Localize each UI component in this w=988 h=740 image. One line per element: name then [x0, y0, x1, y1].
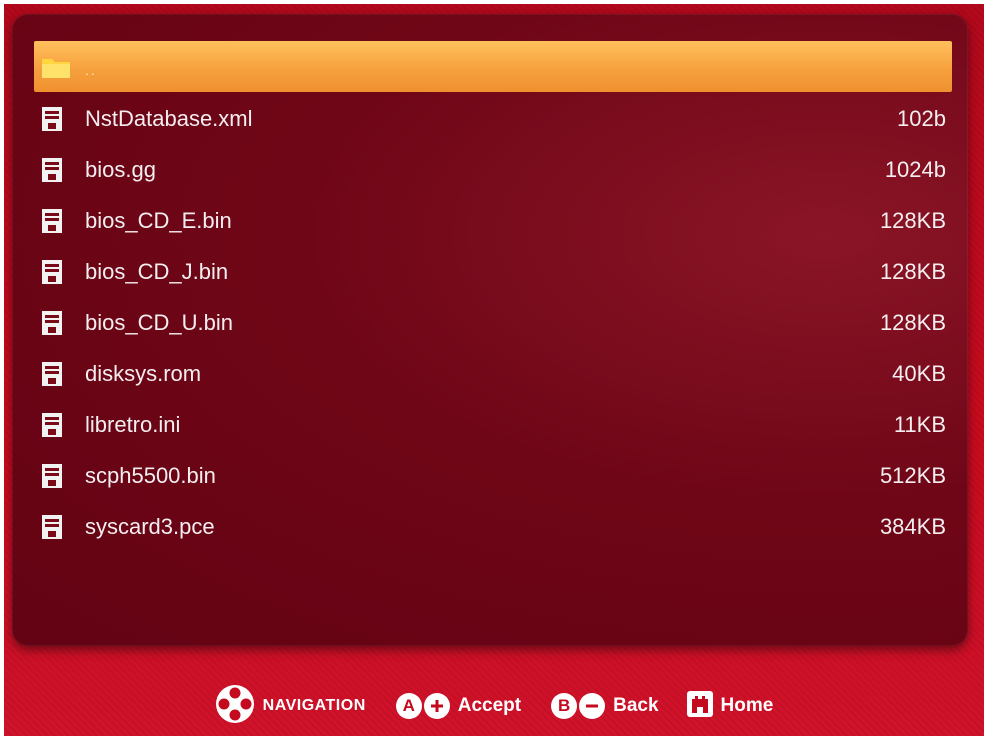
file-size: 384KB — [879, 513, 946, 539]
file-name: bios.gg — [85, 156, 156, 182]
file-icon — [41, 102, 83, 136]
back-hint[interactable]: B Back — [549, 693, 659, 719]
file-name: bios_CD_E.bin — [85, 207, 232, 233]
file-icon — [41, 306, 83, 340]
home-button-icon — [686, 690, 713, 722]
navigation-label: NAVIGATION — [262, 697, 366, 714]
file-size: 40KB — [892, 360, 946, 386]
list-item[interactable]: NstDatabase.xml 102b — [34, 93, 952, 144]
list-item[interactable]: disksys.rom 40KB — [34, 348, 952, 399]
file-icon — [41, 459, 83, 493]
navigation-hint: NAVIGATION — [215, 684, 366, 729]
file-icon — [41, 204, 83, 238]
list-item[interactable]: bios.gg 1024b — [34, 144, 952, 195]
file-icon — [41, 153, 83, 187]
accept-label: Accept — [457, 695, 522, 716]
file-icon — [41, 408, 83, 442]
list-item[interactable]: scph5500.bin 512KB — [34, 450, 952, 501]
file-size: 128KB — [879, 258, 946, 284]
back-label: Back — [613, 695, 659, 716]
file-icon — [41, 510, 83, 544]
file-icon — [41, 255, 83, 289]
file-name: bios_CD_U.bin — [85, 309, 233, 335]
file-browser-screen: .. NstDatabase.xml 102b bios.gg 1024b bi… — [4, 4, 984, 736]
accept-hint[interactable]: A Accept — [394, 693, 521, 719]
file-size: 1024b — [884, 156, 946, 182]
file-size: 128KB — [879, 207, 946, 233]
file-name: libretro.ini — [85, 411, 181, 437]
file-size: 512KB — [879, 462, 946, 488]
file-name: disksys.rom — [85, 360, 202, 386]
file-name: bios_CD_J.bin — [85, 258, 229, 284]
a-button-icon: A — [395, 693, 422, 719]
list-item[interactable]: bios_CD_U.bin 128KB — [34, 297, 952, 348]
plus-icon — [423, 693, 450, 719]
minus-icon — [579, 693, 606, 719]
list-item[interactable]: syscard3.pce 384KB — [34, 501, 952, 552]
parent-directory-item[interactable]: .. — [34, 41, 952, 92]
list-item[interactable]: bios_CD_J.bin 128KB — [34, 246, 952, 297]
list-item[interactable]: libretro.ini 11KB — [34, 399, 952, 450]
file-name: NstDatabase.xml — [85, 105, 253, 131]
file-icon — [41, 357, 83, 391]
dpad-icon — [215, 684, 255, 729]
file-size: 128KB — [879, 309, 946, 335]
file-list-panel: .. NstDatabase.xml 102b bios.gg 1024b bi… — [12, 14, 968, 646]
file-size: 102b — [897, 105, 946, 131]
folder-icon — [41, 50, 83, 84]
button-hints-bar: NAVIGATION A Accept B Back Home — [4, 676, 984, 736]
file-size: 11KB — [893, 411, 946, 437]
b-button-icon: B — [551, 693, 578, 719]
parent-directory-label: .. — [85, 61, 97, 78]
file-name: syscard3.pce — [85, 513, 215, 539]
home-hint[interactable]: Home — [686, 690, 774, 722]
list-item[interactable]: bios_CD_E.bin 128KB — [34, 195, 952, 246]
file-name: scph5500.bin — [85, 462, 216, 488]
home-label: Home — [720, 695, 774, 716]
